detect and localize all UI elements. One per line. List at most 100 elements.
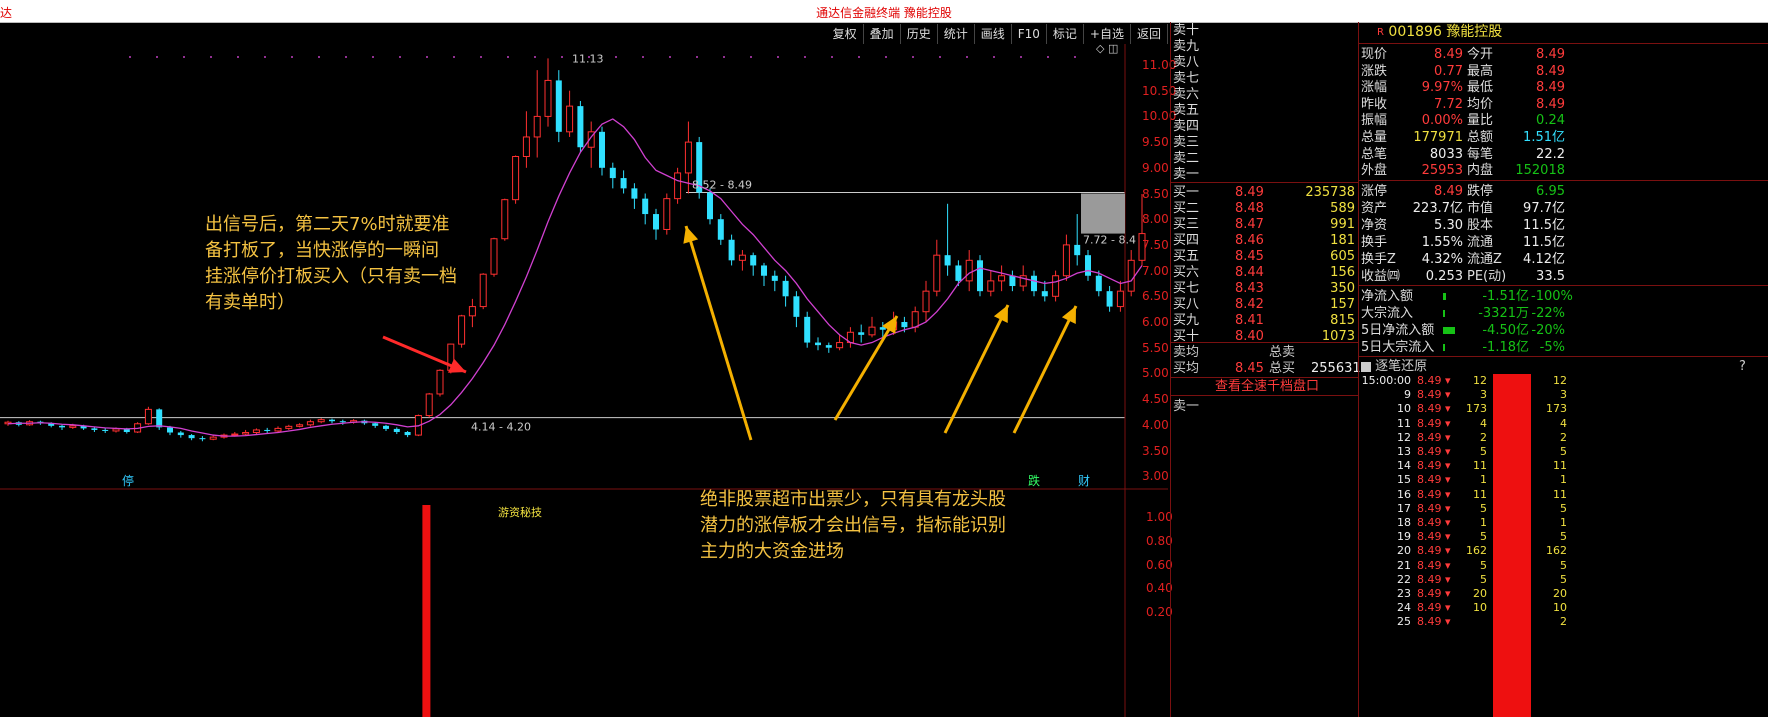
tick-volume-total: 3 (1560, 388, 1567, 402)
ticks-help-button[interactable]: ? (1739, 358, 1746, 375)
low-range-label: 4.14 - 4.20 (471, 421, 531, 434)
top-dot-marker (858, 56, 860, 58)
stat-label: 市值 (1467, 201, 1494, 216)
candle-body (188, 435, 195, 439)
tick-volume: 173 (1466, 402, 1487, 416)
candle-body (404, 431, 411, 436)
event-marker[interactable]: 财 (1078, 474, 1090, 488)
annotation-bottom: 绝非股票超市出票少，只有具有龙头股 潜力的涨停板才会出信号，指标能识别 主力的大… (700, 487, 1006, 565)
toolbar-button[interactable]: 返回 (1131, 24, 1168, 44)
ticks-title: 逐笔还原 (1375, 359, 1428, 374)
toolbar-button[interactable]: F10 (1012, 24, 1047, 44)
candle-body (339, 421, 346, 423)
event-marker[interactable]: 跌 (1028, 473, 1040, 488)
toolbar-button[interactable]: +自选 (1084, 24, 1131, 44)
total-sell-label: 总卖 (1269, 345, 1296, 360)
stat-value: 0.253 (1425, 269, 1463, 284)
tick-volume-total: 11 (1553, 487, 1567, 501)
candle-body (306, 421, 314, 426)
candle-body (642, 198, 649, 215)
top-dot-marker (1074, 56, 1076, 58)
tick-volume: 4 (1480, 416, 1487, 430)
candle-body (782, 280, 789, 297)
bid-level-label: 买八 (1173, 297, 1200, 312)
stat-label: 流通 (1467, 235, 1494, 250)
ask-level-label: 卖三 (1173, 135, 1200, 150)
candle-body (436, 369, 444, 395)
tick-time: 19 (1397, 530, 1411, 544)
ticks-header: 逐笔还原 (1361, 358, 1427, 375)
toolbar-button[interactable]: 历史 (901, 24, 938, 44)
top-dot-marker (966, 56, 968, 58)
event-marker[interactable]: 停 (122, 473, 134, 488)
candle-body (479, 273, 487, 308)
toolbar-button[interactable]: 标记 (1047, 24, 1084, 44)
tick-time: 17 (1397, 501, 1411, 515)
stat-value: 4.32% (1421, 252, 1463, 267)
stock-header: R 001896 豫能控股 (1377, 24, 1502, 41)
flow-percent: -100% (1531, 289, 1573, 304)
tick-price: 8.49 ▾ (1417, 501, 1451, 515)
tick-volume: 11 (1473, 459, 1487, 473)
candle-body (296, 424, 304, 427)
ask-level-label: 卖八 (1173, 55, 1200, 70)
top-dot-marker (912, 56, 914, 58)
tick-volume-total: 5 (1560, 445, 1567, 458)
candle-body (1009, 275, 1016, 287)
stat-value: 7.72 (1434, 96, 1463, 112)
annotation-bottom-line: 绝非股票超市出票少，只有具有龙头股 (700, 489, 1006, 510)
candle-body (965, 259, 973, 282)
top-dot-marker (237, 56, 239, 58)
tick-volume-total: 5 (1560, 501, 1567, 515)
stat-value: 0.77 (1434, 63, 1463, 79)
candle-body (858, 332, 865, 335)
candle-body (933, 254, 941, 292)
ticks-toggle-icon[interactable] (1361, 361, 1371, 372)
bid-level-label: 买七 (1173, 281, 1200, 296)
bid-level-label: 买九 (1173, 313, 1200, 328)
top-dot-marker (345, 56, 347, 58)
ask-level-label: 卖二 (1173, 151, 1200, 166)
tick-price: 8.49 ▾ (1417, 388, 1451, 402)
tick-time: 23 (1397, 587, 1411, 600)
candle-body (663, 198, 671, 230)
tick-volume (1451, 615, 1487, 629)
top-dot-marker (318, 56, 320, 58)
sell-one-label: 卖一 (1173, 399, 1200, 414)
tick-price: 8.49 ▾ (1417, 473, 1451, 487)
full-depth-link[interactable]: 查看全速千档盘口 (1215, 378, 1319, 395)
flow-bar (1443, 344, 1445, 351)
chart-toolbar: 复权 叠加 历史 统计 画线 F10 标记 +自选 返回 (827, 24, 1168, 44)
stat-label: 今开 (1467, 47, 1494, 62)
top-dot-marker (129, 56, 131, 58)
stat-label: 总量 (1361, 130, 1388, 145)
annotation-left: 出信号后，第二天7%时就要准 备打板了，当快涨停的一瞬间 挂涨停价打板买入（只有… (205, 212, 457, 316)
tick-volume-total: 2 (1560, 615, 1567, 629)
bid-volume: 815 (1330, 313, 1355, 328)
chart-shape-icon[interactable]: ◇ ◫ (1096, 42, 1118, 55)
candle-body (566, 105, 574, 133)
tick-time: 21 (1397, 558, 1411, 572)
tick-price: 8.49 ▾ (1417, 416, 1451, 430)
candle-body (1031, 275, 1037, 292)
candle-body (144, 408, 152, 425)
top-dot-marker (453, 56, 455, 58)
stat-value: 22.2 (1536, 146, 1565, 162)
toolbar-button[interactable]: 复权 (827, 24, 864, 44)
bid-volume: 605 (1330, 249, 1355, 264)
stock-code: 001896 (1388, 24, 1442, 40)
toolbar-button[interactable]: 统计 (938, 24, 975, 44)
stat-value: 8.49 (1536, 80, 1565, 96)
price-box (1081, 193, 1125, 234)
tick-price: 8.49 ▾ (1417, 544, 1451, 558)
tick-time: 10 (1397, 402, 1411, 416)
flow-bar (1443, 293, 1446, 300)
candle-body (59, 425, 65, 428)
tick-price: 8.49 ▾ (1417, 615, 1451, 629)
kline-chart[interactable]: 11.13 4.14 - 4.20 8.52 - 8.49 7.72 - 8.4 停 跌 财… (0, 44, 1168, 717)
tick-time: 24 (1397, 601, 1411, 615)
toolbar-button[interactable]: 画线 (975, 24, 1012, 44)
tick-volume: 1 (1480, 516, 1487, 529)
tick-price: 8.49 ▾ (1417, 487, 1451, 501)
toolbar-button[interactable]: 叠加 (864, 24, 901, 44)
